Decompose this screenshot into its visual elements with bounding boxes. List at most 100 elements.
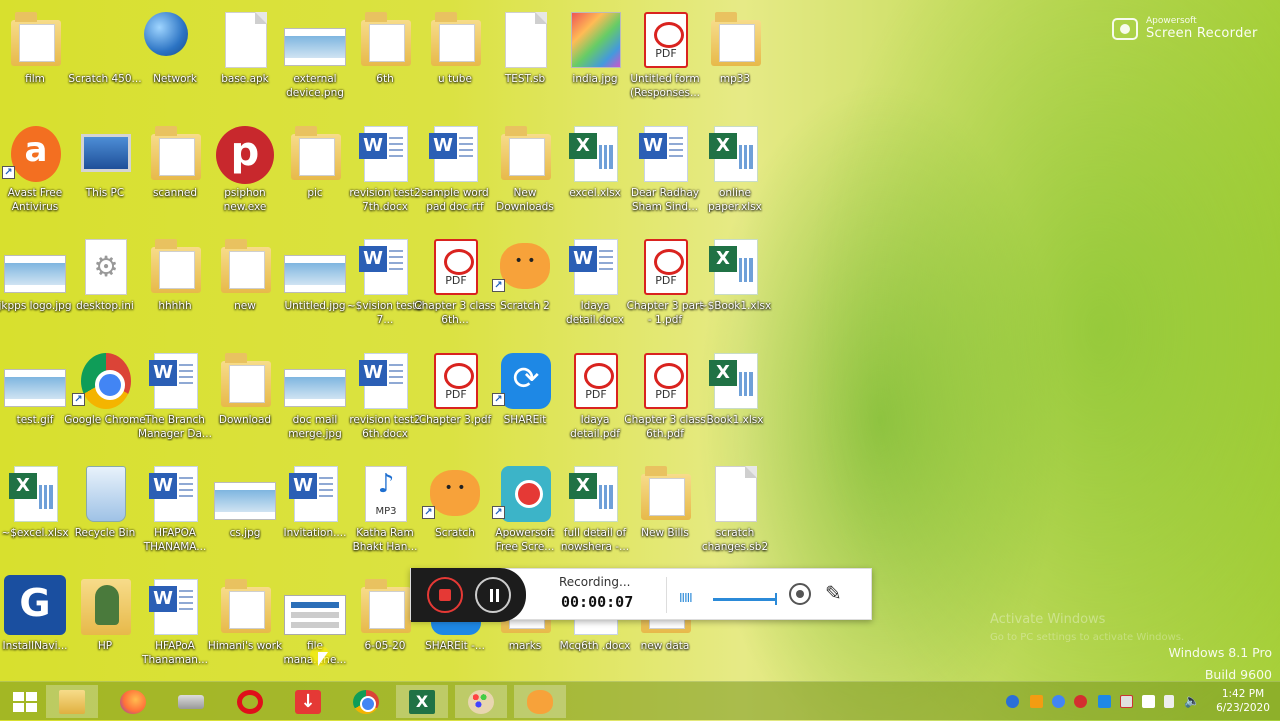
desktop-icon[interactable]: Network: [140, 6, 210, 116]
desktop-icon[interactable]: This PC: [70, 120, 140, 230]
desktop-icon[interactable]: film: [0, 6, 70, 116]
desktop-icon[interactable]: Dear Radhay Sham Sind...: [630, 120, 700, 230]
desktop-icon[interactable]: Chapter 3 part - 1.pdf: [627, 233, 703, 343]
audio-level-icon[interactable]: IIIII: [679, 591, 693, 605]
desktop-icon[interactable]: pic: [280, 120, 350, 230]
taskbar-firefox[interactable]: [107, 685, 159, 718]
desktop-icon[interactable]: Chapter 3 class 6th...: [414, 233, 496, 343]
desktop-icon[interactable]: Chapter 3 class 6th.pdf: [624, 347, 706, 457]
desktop-icon[interactable]: Himani's work: [208, 573, 282, 683]
desktop-icon[interactable]: test.gif: [0, 347, 70, 457]
desktop-icon[interactable]: Book1.xlsx: [700, 347, 770, 457]
desktop-icon[interactable]: new: [210, 233, 280, 343]
excel-icon: [569, 126, 618, 182]
desktop-icon[interactable]: india.jpg: [560, 6, 630, 116]
taskbar-drive[interactable]: [165, 685, 217, 718]
desktop-icon[interactable]: ↗SHAREit: [490, 347, 560, 457]
desktop-icon[interactable]: ~$excel.xlsx: [0, 460, 70, 570]
desktop-icon[interactable]: revision test2 6th.docx: [349, 347, 421, 457]
taskbar-paint[interactable]: [455, 685, 507, 718]
desktop-icon[interactable]: Idaya detail.pdf: [560, 347, 630, 457]
box-icon: [81, 12, 131, 68]
start-button[interactable]: [0, 685, 52, 718]
desktop-icon[interactable]: doc mail merge.jpg: [280, 347, 350, 457]
desktop-icon[interactable]: Idaya detail.docx: [560, 233, 630, 343]
clock-date: 6/23/2020: [1216, 702, 1270, 714]
desktop-icon[interactable]: scanned: [140, 120, 210, 230]
folder-icon: [221, 239, 271, 293]
volume-slider[interactable]: [713, 593, 777, 605]
desktop-icon[interactable]: New Bills: [630, 460, 700, 570]
opera-tray-icon[interactable]: [1074, 695, 1087, 708]
desktop-icon[interactable]: Katha Ram Bhakt Han...: [350, 460, 420, 570]
doc-icon: [715, 466, 757, 522]
desktop-icon[interactable]: TEST.sb: [490, 6, 560, 116]
desktop-icon[interactable]: The Branch Manager Da...: [138, 347, 212, 457]
pause-recording-button[interactable]: [475, 577, 511, 613]
taskbar-downloader[interactable]: [282, 685, 334, 718]
clock[interactable]: 1:42 PM 6/23/2020: [1212, 687, 1274, 715]
annotate-pen-icon[interactable]: ✎: [825, 581, 842, 605]
desktop-icon[interactable]: HP: [70, 573, 140, 683]
desktop-icon[interactable]: 6th: [350, 6, 420, 116]
volume-icon[interactable]: 🔈: [1184, 695, 1200, 708]
desktop-icon[interactable]: Recycle Bin: [70, 460, 140, 570]
desktop-icon[interactable]: sample word pad doc.rtf: [420, 120, 490, 230]
desktop-icon[interactable]: Invitation....: [280, 460, 350, 570]
desktop-icon[interactable]: psiphon new.exe: [210, 120, 280, 230]
taskbar-chrome[interactable]: [340, 685, 392, 718]
taskbar-scratch[interactable]: [514, 685, 566, 718]
desktop-icon[interactable]: u tube: [420, 6, 490, 116]
excel-icon: [709, 353, 758, 409]
desktop-icon[interactable]: hhhhh: [140, 233, 210, 343]
desktop-icon[interactable]: revision test2 7th.docx: [349, 120, 421, 230]
desktop-icon[interactable]: Chapter 3.pdf: [419, 347, 491, 457]
desktop-icon[interactable]: mp33: [700, 6, 770, 116]
desktop-icon[interactable]: full detail of nowshera -...: [560, 460, 630, 570]
desktop-icon[interactable]: InstallNavi...: [0, 573, 70, 683]
desktop-icon[interactable]: ↗Avast Free Antivirus: [0, 120, 70, 230]
stop-recording-button[interactable]: [427, 577, 463, 613]
network-error-icon[interactable]: [1120, 695, 1133, 708]
desktop-icon[interactable]: scratch changes.sb2: [700, 460, 770, 570]
desktop-icon[interactable]: jkpps logo.jpg: [0, 233, 71, 343]
folder-icon: [221, 353, 271, 407]
shareit-tray-icon[interactable]: [1098, 695, 1111, 708]
desktop-icon[interactable]: ~$Book1.xlsx: [699, 233, 771, 343]
desktop-icon[interactable]: ↗ Google Chrome: [64, 347, 146, 457]
word-icon: [289, 466, 338, 522]
bluetooth-icon[interactable]: [1006, 695, 1019, 708]
desktop-icon[interactable]: ↗Scratch: [420, 460, 490, 570]
desktop-icon[interactable]: ~$vision test2 7...: [347, 233, 423, 343]
desktop-icon[interactable]: ↗ Apowersoft Free Scre...: [490, 460, 560, 570]
taskbar-excel[interactable]: [396, 685, 448, 718]
taskbar-file-explorer[interactable]: [46, 685, 98, 718]
desktop-icon[interactable]: New Downloads: [490, 120, 560, 230]
battery-icon[interactable]: [1164, 695, 1174, 708]
desktop-icon[interactable]: cs.jpg: [210, 460, 280, 570]
desktop-icon[interactable]: excel.xlsx: [560, 120, 630, 230]
desktop-icon[interactable]: Untitled.jpg: [280, 233, 350, 343]
pdf-icon: [434, 353, 478, 409]
desktop-icon[interactable]: online paper.xlsx: [700, 120, 770, 230]
desktop-icon[interactable]: ↗Scratch 2: [490, 233, 560, 343]
desktop-icon[interactable]: Download: [210, 347, 280, 457]
folder-icon: [151, 126, 201, 180]
desktop-icon[interactable]: HFAPoA Thanaman...: [140, 573, 210, 683]
desktop-icon[interactable]: Scratch 450...: [68, 6, 141, 116]
taskbar-opera[interactable]: [224, 685, 276, 718]
recording-timer: 00:00:07: [561, 593, 634, 611]
desktop-icon[interactable]: HFAPOA THANAMA...: [140, 460, 210, 570]
desktop-icon[interactable]: Untitled form (Responses...: [630, 6, 700, 116]
desktop-icon[interactable]: file mana...ne...: [280, 573, 350, 683]
desktop-icon[interactable]: desktop.ini: [70, 233, 140, 343]
desktop-icon[interactable]: external device.png: [280, 6, 350, 116]
folder-icon: [431, 12, 481, 66]
apower-icon: [501, 466, 551, 522]
webcam-icon[interactable]: [789, 583, 811, 605]
pdf-icon: [574, 353, 618, 409]
chrome-tray-icon[interactable]: [1052, 695, 1065, 708]
flag-icon[interactable]: [1142, 695, 1155, 708]
desktop-icon[interactable]: base.apk: [210, 6, 280, 116]
avast-tray-icon[interactable]: [1030, 695, 1043, 708]
